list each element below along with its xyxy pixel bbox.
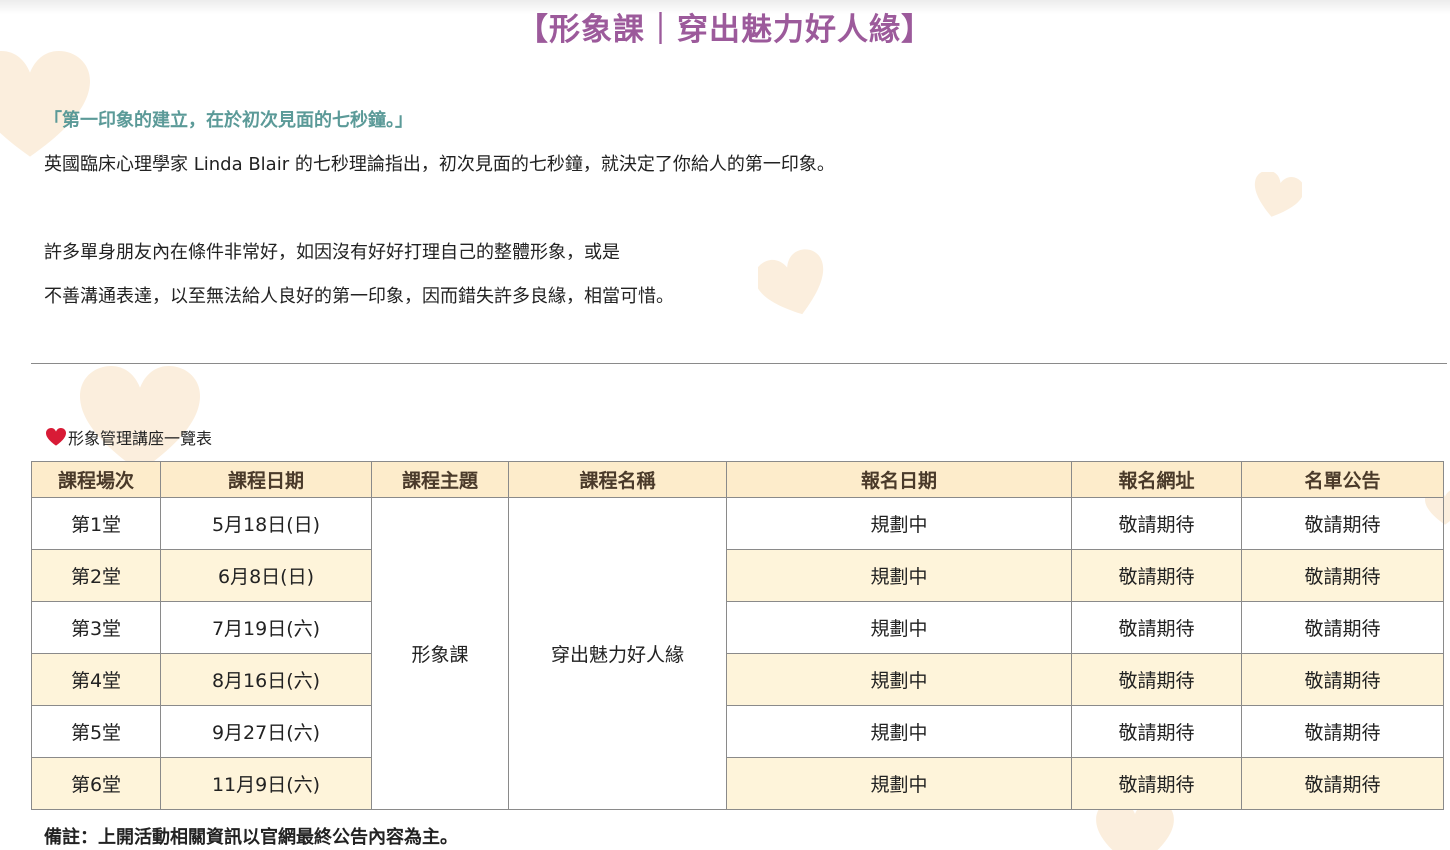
- table-header-row: 課程場次 課程日期 課程主題 課程名稱 報名日期 報名網址 名單公告: [31, 461, 1444, 498]
- page: 【形象課｜穿出魅力好人緣】 「第一印象的建立，在於初次見面的七秒鐘。」 英國臨床…: [0, 0, 1450, 850]
- decor-heart-icon: [1252, 172, 1302, 220]
- header-topic: 課程主題: [371, 461, 509, 498]
- table-row: 第2堂 6月8日(日) 規劃中 敬請期待 敬請期待: [31, 549, 1444, 602]
- schedule-table: 課程場次 課程日期 課程主題 課程名稱 報名日期 報名網址 名單公告 第1堂 5…: [31, 461, 1444, 810]
- cell-session: 第2堂: [31, 549, 161, 602]
- header-date: 課程日期: [160, 461, 372, 498]
- table-row: 第3堂 7月19日(六) 規劃中 敬請期待 敬請期待: [31, 601, 1444, 654]
- table-row: 第4堂 8月16日(六) 規劃中 敬請期待 敬請期待: [31, 653, 1444, 706]
- cell-announcement: 敬請期待: [1241, 705, 1444, 758]
- cell-date: 9月27日(六): [160, 705, 372, 758]
- table-row: 第5堂 9月27日(六) 規劃中 敬請期待 敬請期待: [31, 705, 1444, 758]
- cell-topic: 形象課: [371, 497, 509, 810]
- cell-date: 6月8日(日): [160, 549, 372, 602]
- heart-icon: [46, 428, 66, 446]
- footnote: 備註：上開活動相關資訊以官網最終公告內容為主。: [44, 827, 458, 848]
- cell-signup-date: 規劃中: [726, 705, 1072, 758]
- cell-signup-url[interactable]: 敬請期待: [1071, 757, 1242, 810]
- section-label-text: 形象管理講座一覽表: [68, 429, 213, 448]
- cell-announcement: 敬請期待: [1241, 653, 1444, 706]
- cell-signup-date: 規劃中: [726, 497, 1072, 550]
- cell-course-name: 穿出魅力好人緣: [508, 497, 727, 810]
- schedule-section-label: 形象管理講座一覽表: [46, 425, 212, 449]
- header-course-name: 課程名稱: [508, 461, 727, 498]
- cell-session: 第5堂: [31, 705, 161, 758]
- cell-session: 第6堂: [31, 757, 161, 810]
- quote-text: 「第一印象的建立，在於初次見面的七秒鐘。」: [44, 110, 413, 131]
- cell-announcement: 敬請期待: [1241, 549, 1444, 602]
- table-row: 第6堂 11月9日(六) 規劃中 敬請期待 敬請期待: [31, 757, 1444, 810]
- cell-signup-url[interactable]: 敬請期待: [1071, 653, 1242, 706]
- page-title: 【形象課｜穿出魅力好人緣】: [517, 12, 933, 48]
- cell-signup-date: 規劃中: [726, 601, 1072, 654]
- cell-signup-url[interactable]: 敬請期待: [1071, 705, 1242, 758]
- description-line-1: 許多單身朋友內在條件非常好，如因沒有好好打理自己的整體形象，或是: [44, 242, 620, 263]
- table-row: 第1堂 5月18日(日) 形象課 穿出魅力好人緣 規劃中 敬請期待 敬請期待: [31, 497, 1444, 810]
- cell-announcement: 敬請期待: [1241, 601, 1444, 654]
- header-signup-date: 報名日期: [726, 461, 1072, 498]
- cell-signup-date: 規劃中: [726, 549, 1072, 602]
- cell-date: 8月16日(六): [160, 653, 372, 706]
- cell-date: 7月19日(六): [160, 601, 372, 654]
- cell-session: 第4堂: [31, 653, 161, 706]
- decor-heart-icon: [758, 248, 828, 323]
- decor-heart-icon: [80, 365, 200, 475]
- cell-date: 5月18日(日): [160, 497, 372, 550]
- cell-announcement: 敬請期待: [1241, 757, 1444, 810]
- cell-signup-date: 規劃中: [726, 653, 1072, 706]
- header-session: 課程場次: [31, 461, 161, 498]
- decor-heart-icon: [0, 50, 90, 160]
- cell-date: 11月9日(六): [160, 757, 372, 810]
- cell-session: 第3堂: [31, 601, 161, 654]
- cell-session: 第1堂: [31, 497, 161, 550]
- intro-paragraph: 英國臨床心理學家 Linda Blair 的七秒理論指出，初次見面的七秒鐘，就決…: [44, 154, 835, 175]
- section-divider: [31, 363, 1447, 364]
- header-announcement: 名單公告: [1241, 461, 1444, 498]
- description-line-2: 不善溝通表達，以至無法給人良好的第一印象，因而錯失許多良緣，相當可惜。: [44, 286, 674, 307]
- header-signup-url: 報名網址: [1071, 461, 1242, 498]
- cell-signup-url[interactable]: 敬請期待: [1071, 549, 1242, 602]
- cell-announcement: 敬請期待: [1241, 497, 1444, 550]
- cell-signup-url[interactable]: 敬請期待: [1071, 497, 1242, 550]
- cell-signup-url[interactable]: 敬請期待: [1071, 601, 1242, 654]
- cell-signup-date: 規劃中: [726, 757, 1072, 810]
